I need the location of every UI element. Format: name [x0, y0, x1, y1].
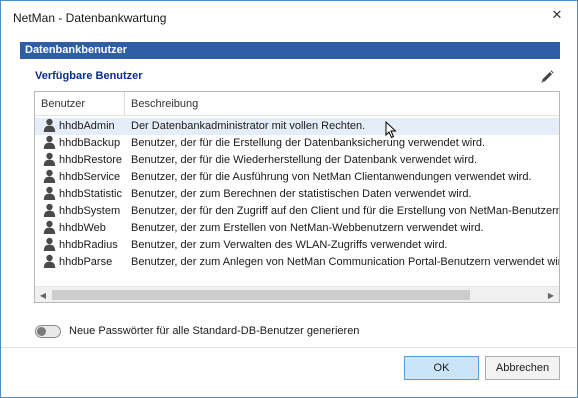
- password-toggle[interactable]: [35, 324, 61, 338]
- toggle-knob: [37, 326, 46, 336]
- user-description: Benutzer, der zum Berechnen der statisti…: [131, 188, 472, 200]
- user-name-cell: hhdbRestore: [43, 152, 125, 169]
- user-description: Benutzer, der zum Verwalten des WLAN-Zug…: [131, 239, 448, 251]
- user-name-cell: hhdbWeb: [43, 220, 125, 237]
- dialog-window: NetMan - Datenbankwartung ✕ Datenbankben…: [0, 0, 578, 398]
- table-row[interactable]: hhdbWeb Benutzer, der zum Erstellen von N…: [35, 220, 559, 237]
- user-description: Benutzer, der für die Wiederherstellung …: [131, 154, 478, 166]
- user-name-cell: hhdbBackup: [43, 135, 125, 152]
- user-description: Benutzer, der für die Erstellung der Dat…: [131, 137, 486, 149]
- table-row[interactable]: hhdbSystem Benutzer, der für den Zugriff …: [35, 203, 559, 220]
- title-bar[interactable]: NetMan - Datenbankwartung ✕: [1, 1, 577, 33]
- user-description: Benutzer, der zum Anlegen von NetMan Com…: [131, 256, 559, 268]
- user-name: hhdbBackup: [59, 137, 121, 149]
- user-name-cell: hhdbRadius: [43, 237, 125, 254]
- pencil-icon[interactable]: [539, 69, 555, 85]
- user-name: hhdbWeb: [59, 222, 106, 234]
- scroll-left-icon: ◀: [39, 290, 47, 300]
- column-header-description[interactable]: Beschreibung: [125, 92, 559, 116]
- close-button[interactable]: ✕: [545, 5, 569, 25]
- section-header: Datenbankbenutzer: [20, 42, 560, 59]
- user-name: hhdbAdmin: [59, 120, 115, 132]
- user-name: hhdbStatistic: [59, 188, 122, 200]
- scroll-right-button[interactable]: ▶: [543, 287, 559, 302]
- mouse-cursor-icon: [385, 121, 397, 139]
- horizontal-scrollbar[interactable]: ◀ ▶: [35, 286, 559, 302]
- user-description: Der Datenbankadministrator mit vollen Re…: [131, 120, 366, 132]
- column-header-user[interactable]: Benutzer: [35, 92, 125, 116]
- table-row[interactable]: hhdbRadius Benutzer, der zum Verwalten de…: [35, 237, 559, 254]
- user-name-cell: hhdbService: [43, 169, 125, 186]
- user-description: Benutzer, der für die Ausführung von Net…: [131, 171, 532, 183]
- user-name-cell: hhdbStatistic: [43, 186, 125, 203]
- scroll-left-button[interactable]: ◀: [35, 287, 51, 302]
- footer-divider: [1, 347, 577, 348]
- user-description: Benutzer, der für den Zugriff auf den Cl…: [131, 205, 559, 217]
- user-description: Benutzer, der zum Erstellen von NetMan-W…: [131, 222, 484, 234]
- listview-rows: hhdbAdmin Der Datenbankadministrator mit …: [35, 118, 559, 271]
- user-icon: [43, 169, 56, 183]
- user-name: hhdbService: [59, 171, 121, 183]
- user-name: hhdbRadius: [59, 239, 118, 251]
- table-row[interactable]: hhdbStatistic Benutzer, der zum Berechnen…: [35, 186, 559, 203]
- user-icon: [43, 118, 56, 132]
- user-icon: [43, 152, 56, 166]
- user-name-cell: hhdbSystem: [43, 203, 125, 220]
- user-name-cell: hhdbParse: [43, 254, 125, 271]
- toggle-label: Neue Passwörter für alle Standard-DB-Ben…: [69, 325, 360, 337]
- listview-header: Benutzer Beschreibung: [35, 92, 559, 116]
- user-name: hhdbParse: [59, 256, 113, 268]
- user-name: hhdbRestore: [59, 154, 122, 166]
- table-row[interactable]: hhdbBackup Benutzer, der für die Erstellu…: [35, 135, 559, 152]
- ok-button[interactable]: OK: [404, 356, 479, 380]
- close-icon: ✕: [551, 7, 563, 22]
- user-icon: [43, 186, 56, 200]
- table-row[interactable]: hhdbService Benutzer, der für die Ausführ…: [35, 169, 559, 186]
- cancel-button[interactable]: Abbrechen: [485, 356, 560, 380]
- scroll-right-icon: ▶: [547, 290, 555, 300]
- user-name: hhdbSystem: [59, 205, 121, 217]
- users-listview[interactable]: Benutzer Beschreibung hhdbAdmin Der Daten…: [34, 91, 560, 303]
- password-toggle-row: Neue Passwörter für alle Standard-DB-Ben…: [35, 323, 359, 339]
- user-icon: [43, 135, 56, 149]
- user-icon: [43, 254, 56, 268]
- table-row[interactable]: hhdbParse Benutzer, der zum Anlegen von N…: [35, 254, 559, 271]
- scrollbar-thumb[interactable]: [52, 290, 470, 300]
- table-row[interactable]: hhdbAdmin Der Datenbankadministrator mit …: [35, 118, 559, 135]
- user-icon: [43, 220, 56, 234]
- user-name-cell: hhdbAdmin: [43, 118, 125, 135]
- user-icon: [43, 203, 56, 217]
- group-label: Verfügbare Benutzer: [35, 70, 143, 82]
- window-title: NetMan - Datenbankwartung: [13, 11, 167, 25]
- user-icon: [43, 237, 56, 251]
- table-row[interactable]: hhdbRestore Benutzer, der für die Wiederh…: [35, 152, 559, 169]
